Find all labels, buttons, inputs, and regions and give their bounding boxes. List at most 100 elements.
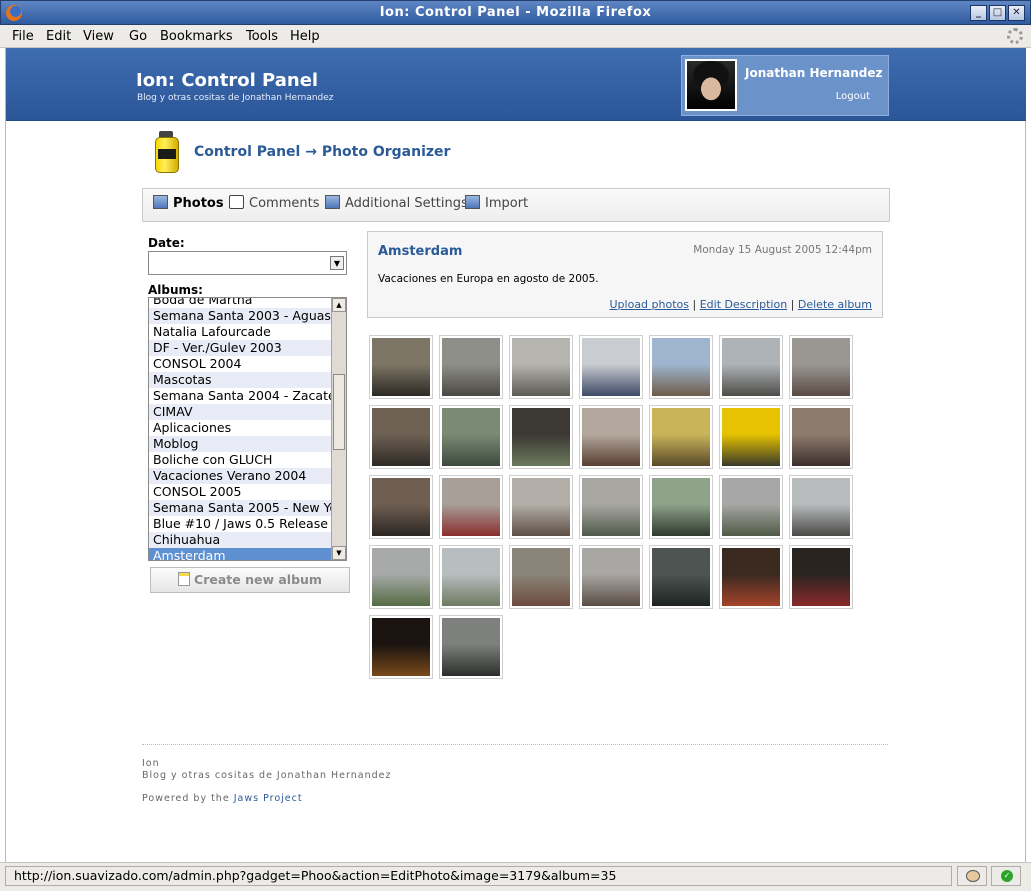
footer-site: Ion <box>142 758 160 769</box>
jaws-project-link[interactable]: Jaws Project <box>234 793 303 804</box>
status-cell-security[interactable]: ✓ <box>991 866 1021 886</box>
maximize-button[interactable]: □ <box>989 5 1006 21</box>
user-name: Jonathan Hernandez <box>745 66 883 80</box>
tab-additional-settings[interactable]: Additional Settings <box>325 195 468 217</box>
album-list-item[interactable]: CONSOL 2004 <box>149 356 331 372</box>
album-list-item[interactable]: CIMAV <box>149 404 331 420</box>
album-list-item[interactable]: Aplicaciones <box>149 420 331 436</box>
film-roll-icon <box>150 131 184 177</box>
menu-view[interactable]: View <box>83 29 114 44</box>
albums-list[interactable]: Boda de MarthaSemana Santa 2003 - Aguasc… <box>148 297 347 561</box>
photo-image <box>582 548 640 606</box>
avatar <box>685 59 737 111</box>
photo-thumbnail[interactable] <box>719 545 783 609</box>
album-list-item[interactable]: Boda de Martha <box>149 298 331 308</box>
scroll-down-icon[interactable]: ▼ <box>332 546 346 560</box>
photo-thumbnail[interactable] <box>579 405 643 469</box>
photo-thumbnail[interactable] <box>439 615 503 679</box>
comment-icon <box>229 195 244 209</box>
photo-image <box>722 478 780 536</box>
photo-thumbnail[interactable] <box>579 335 643 399</box>
photo-thumbnail[interactable] <box>509 405 573 469</box>
album-list-item[interactable]: Natalia Lafourcade <box>149 324 331 340</box>
site-subtitle: Blog y otras cositas de Jonathan Hernand… <box>137 93 334 103</box>
photo-thumbnail[interactable] <box>369 405 433 469</box>
photo-image <box>792 338 850 396</box>
photo-thumbnail[interactable] <box>719 475 783 539</box>
photo-image <box>722 338 780 396</box>
date-label: Date: <box>148 236 185 250</box>
photo-image <box>582 408 640 466</box>
album-list-item[interactable]: Boliche con GLUCH <box>149 452 331 468</box>
create-album-button[interactable]: Create new album <box>150 567 350 593</box>
photo-thumbnail[interactable] <box>579 475 643 539</box>
album-list-item[interactable]: Chihuahua <box>149 532 331 548</box>
photo-thumbnail[interactable] <box>369 475 433 539</box>
photo-thumbnail[interactable] <box>649 545 713 609</box>
album-list-item[interactable]: Semana Santa 2004 - Zacatecas <box>149 388 331 404</box>
photo-thumbnail[interactable] <box>439 475 503 539</box>
photo-thumbnail[interactable] <box>439 405 503 469</box>
photo-thumbnail[interactable] <box>789 475 853 539</box>
photo-thumbnail[interactable] <box>719 335 783 399</box>
photo-thumbnail[interactable] <box>649 405 713 469</box>
tab-comments[interactable]: Comments <box>229 195 319 217</box>
close-button[interactable]: ✕ <box>1008 5 1025 21</box>
footer-divider <box>142 744 888 745</box>
photo-image <box>512 548 570 606</box>
photo-image <box>372 478 430 536</box>
photo-thumbnail[interactable] <box>649 475 713 539</box>
photo-thumbnail[interactable] <box>789 335 853 399</box>
album-list-item[interactable]: Semana Santa 2003 - Aguascalientes <box>149 308 331 324</box>
album-list-item[interactable]: Moblog <box>149 436 331 452</box>
album-name[interactable]: Amsterdam <box>378 244 462 259</box>
photo-thumbnail[interactable] <box>369 615 433 679</box>
photo-thumbnail[interactable] <box>439 545 503 609</box>
album-list-item[interactable]: Amsterdam <box>149 548 331 560</box>
delete-album-link[interactable]: Delete album <box>798 298 872 311</box>
album-list-item[interactable]: CONSOL 2005 <box>149 484 331 500</box>
album-list-item[interactable]: Semana Santa 2005 - New York <box>149 500 331 516</box>
logout-link[interactable]: Logout <box>836 91 870 102</box>
menu-file[interactable]: File <box>12 29 34 44</box>
photo-image <box>792 408 850 466</box>
tab-import[interactable]: Import <box>465 195 528 217</box>
photo-thumbnail[interactable] <box>369 545 433 609</box>
minimize-button[interactable]: _ <box>970 5 987 21</box>
photo-thumbnail[interactable] <box>509 475 573 539</box>
album-list-item[interactable]: Mascotas <box>149 372 331 388</box>
scroll-up-icon[interactable]: ▲ <box>332 298 346 312</box>
scroll-thumb[interactable] <box>333 374 345 450</box>
album-list-item[interactable]: Vacaciones Verano 2004 <box>149 468 331 484</box>
photo-thumbnail[interactable] <box>439 335 503 399</box>
photo-image <box>652 408 710 466</box>
photo-thumbnail[interactable] <box>509 335 573 399</box>
edit-description-link[interactable]: Edit Description <box>700 298 787 311</box>
album-actions: Upload photos | Edit Description | Delet… <box>609 298 873 311</box>
menu-edit[interactable]: Edit <box>46 29 71 44</box>
menu-help[interactable]: Help <box>290 29 320 44</box>
photo-thumbnail[interactable] <box>789 405 853 469</box>
menu-bookmarks[interactable]: Bookmarks <box>160 29 233 44</box>
album-list-item[interactable]: Blue #10 / Jaws 0.5 Release Party <box>149 516 331 532</box>
breadcrumb[interactable]: Control Panel → Photo Organizer <box>194 144 450 160</box>
albums-scrollbar[interactable]: ▲ ▼ <box>331 298 346 560</box>
chevron-down-icon[interactable]: ▼ <box>330 256 344 270</box>
date-select[interactable]: ▼ <box>148 251 347 275</box>
import-icon <box>465 195 480 209</box>
photo-thumbnail[interactable] <box>509 545 573 609</box>
palette-icon <box>966 870 980 882</box>
photo-thumbnail[interactable] <box>369 335 433 399</box>
album-info: Amsterdam Monday 15 August 2005 12:44pm … <box>367 231 883 318</box>
menu-go[interactable]: Go <box>129 29 147 44</box>
photo-thumbnail[interactable] <box>789 545 853 609</box>
tab-photos[interactable]: Photos <box>153 195 224 217</box>
photo-thumbnail[interactable] <box>649 335 713 399</box>
upload-photos-link[interactable]: Upload photos <box>610 298 690 311</box>
status-cell-theme[interactable] <box>957 866 987 886</box>
photo-thumbnail[interactable] <box>579 545 643 609</box>
menu-tools[interactable]: Tools <box>246 29 278 44</box>
photo-thumbnail[interactable] <box>719 405 783 469</box>
photo-image <box>792 478 850 536</box>
album-list-item[interactable]: DF - Ver./Gulev 2003 <box>149 340 331 356</box>
